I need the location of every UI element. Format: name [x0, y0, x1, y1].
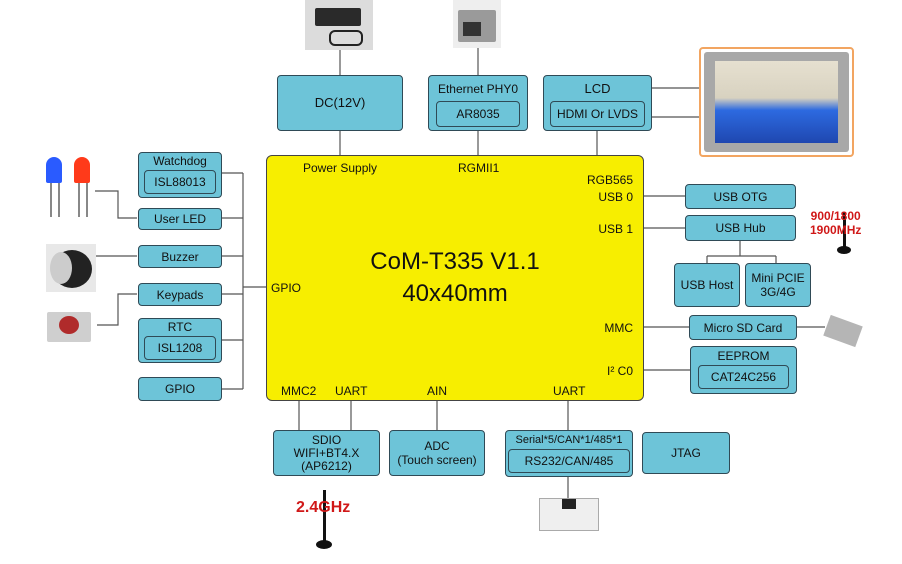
- jtag-label: JTAG: [671, 446, 701, 460]
- usb-hub-module[interactable]: USB Hub: [685, 215, 796, 241]
- wifi-line2: WIFI+BT4.X: [293, 445, 360, 460]
- cellular-band-label: 900/1800 1900MHz: [810, 209, 861, 237]
- lcd-panel-image: [699, 47, 854, 157]
- mini-pcie-line2: 3G/4G: [760, 285, 796, 299]
- pin-ain: AIN: [427, 384, 448, 398]
- pin-usb1: USB 1: [598, 222, 633, 236]
- micro-sd-module[interactable]: Micro SD Card: [689, 315, 797, 340]
- adc-line1: ADC: [424, 439, 450, 453]
- user-led-module[interactable]: User LED: [138, 208, 222, 230]
- ethernet-title: Ethernet PHY0: [437, 82, 519, 96]
- serial-module[interactable]: Serial*5/CAN*1/485*1 RS232/CAN/485: [505, 430, 633, 477]
- rtc-module[interactable]: RTC ISL1208: [138, 318, 222, 363]
- rj45-connector-image: [453, 0, 501, 48]
- adc-module[interactable]: ADC (Touch screen): [389, 430, 485, 476]
- eeprom-module[interactable]: EEPROM CAT24C256: [690, 346, 797, 394]
- wifi-band-label: 2.4GHz: [296, 499, 351, 516]
- pin-mmc: MMC: [604, 321, 633, 335]
- wifi-bt-module[interactable]: SDIO WIFI+BT4.X (AP6212): [273, 430, 380, 476]
- jtag-module[interactable]: JTAG: [642, 432, 730, 474]
- com-t335-module[interactable]: CoM-T335 V1.1 40x40mm Power Supply RGMII…: [266, 155, 644, 401]
- eeprom-title: EEPROM: [717, 349, 770, 363]
- gpio-label: GPIO: [164, 382, 195, 396]
- pin-usb0: USB 0: [598, 190, 633, 204]
- tactile-switch-image: [43, 308, 95, 346]
- pin-uart-left: UART: [335, 384, 368, 398]
- pin-gpio: GPIO: [271, 281, 302, 295]
- pin-mmc2: MMC2: [281, 384, 317, 398]
- watchdog-module[interactable]: Watchdog ISL88013: [138, 152, 222, 198]
- gpio-module[interactable]: GPIO: [138, 377, 222, 401]
- usb-host-module[interactable]: USB Host: [674, 263, 740, 307]
- pin-power-supply: Power Supply: [303, 161, 378, 175]
- band-line1: 900/1800: [810, 209, 861, 223]
- serial-connector-image: [539, 498, 599, 531]
- pin-rgb565: RGB565: [586, 173, 633, 187]
- serial-title: Serial*5/CAN*1/485*1: [515, 434, 623, 446]
- usb-hub-label: USB Hub: [715, 221, 766, 235]
- usb-otg-label: USB OTG: [713, 189, 768, 204]
- wifi-line1: SDIO: [311, 432, 342, 447]
- wifi-line3: (AP6212): [301, 458, 352, 473]
- band-line2: 1900MHz: [810, 223, 862, 237]
- user-led-label: User LED: [153, 212, 206, 226]
- mini-pcie-module[interactable]: Mini PCIE 3G/4G: [745, 263, 811, 307]
- micro-sd-label: Micro SD Card: [703, 320, 783, 335]
- keypads-module[interactable]: Keypads: [138, 283, 222, 306]
- watchdog-chip: ISL88013: [154, 175, 206, 189]
- micro-sd-slot-image: [822, 314, 868, 350]
- dc-power-module[interactable]: DC(12V): [277, 75, 403, 131]
- rtc-title: RTC: [167, 320, 193, 334]
- dc-label: DC(12V): [314, 95, 366, 110]
- lcd-iface: HDMI Or LVDS: [556, 107, 639, 121]
- ethernet-chip: AR8035: [456, 107, 500, 121]
- watchdog-title: Watchdog: [153, 154, 207, 168]
- eeprom-chip: CAT24C256: [710, 370, 777, 384]
- rtc-chip: ISL1208: [157, 341, 203, 355]
- buzzer-module[interactable]: Buzzer: [138, 245, 222, 268]
- pin-i2c0: I² C0: [606, 364, 633, 378]
- buzzer-label: Buzzer: [161, 249, 199, 264]
- lcd-title: LCD: [584, 81, 611, 96]
- mini-pcie-line1: Mini PCIE: [751, 271, 805, 285]
- pin-rgmii1: RGMII1: [458, 161, 500, 175]
- usb-otg-module[interactable]: USB OTG: [685, 184, 796, 209]
- adc-line2: (Touch screen): [397, 453, 477, 467]
- buzzer-image: [46, 244, 96, 292]
- serial-iface: RS232/CAN/485: [524, 454, 614, 468]
- led-image: [40, 155, 95, 225]
- lcd-module[interactable]: LCD HDMI Or LVDS: [543, 75, 652, 131]
- power-adapter-image: [305, 0, 373, 50]
- keypads-label: Keypads: [156, 287, 204, 302]
- usb-host-label: USB Host: [680, 278, 734, 292]
- cpu-size: 40x40mm: [402, 280, 508, 307]
- cpu-title: CoM-T335 V1.1: [370, 248, 540, 275]
- pin-uart-right: UART: [553, 384, 586, 398]
- ethernet-phy-module[interactable]: Ethernet PHY0 AR8035: [428, 75, 528, 131]
